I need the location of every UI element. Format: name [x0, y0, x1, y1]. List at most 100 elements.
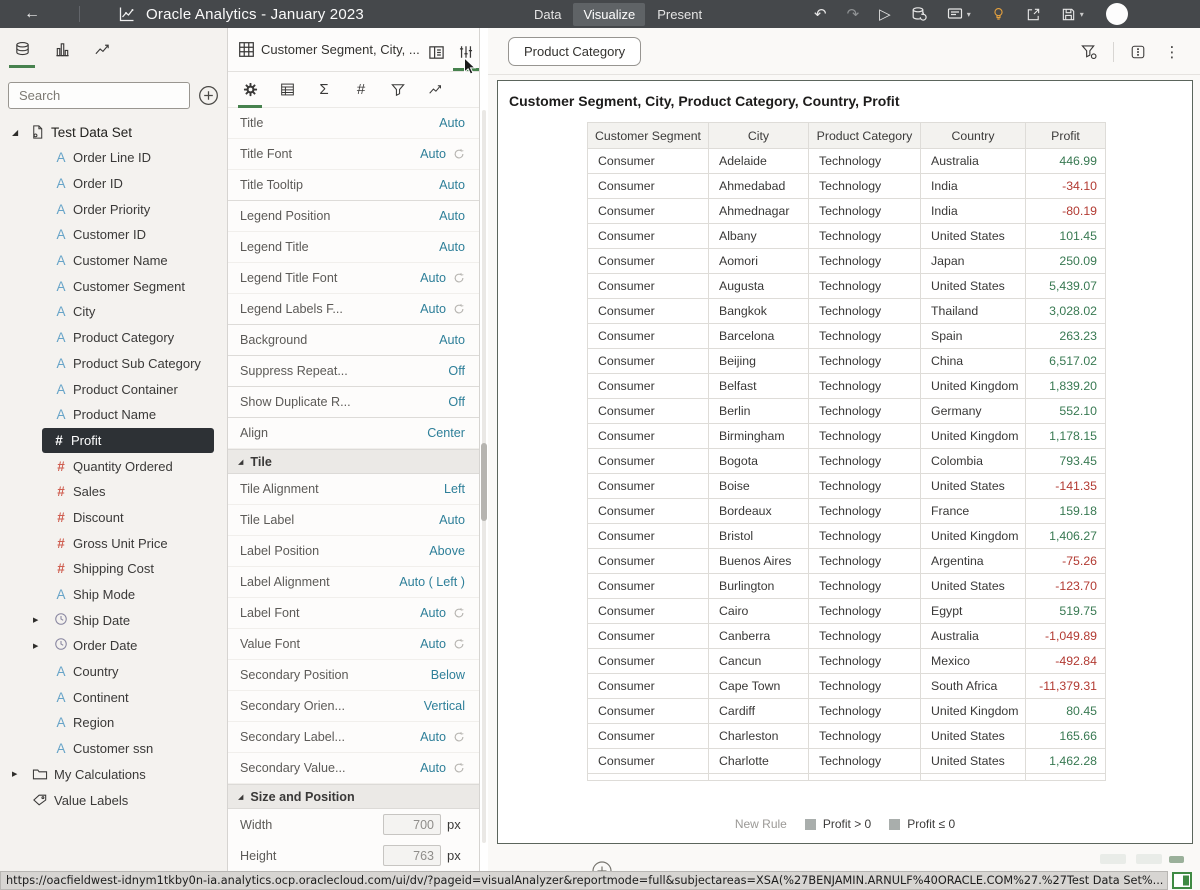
property-value[interactable]: Auto	[439, 513, 465, 527]
table-row[interactable]: ConsumerCancunTechnologyMexico-492.84	[588, 649, 1106, 674]
table-row[interactable]: ConsumerBuenos AiresTechnologyArgentina-…	[588, 549, 1106, 574]
table-row[interactable]: ConsumerAomoriTechnologyJapan250.09	[588, 249, 1106, 274]
property-value[interactable]: Auto	[420, 761, 446, 775]
filters-funnel-icon[interactable]	[386, 72, 410, 108]
column-header-city[interactable]: City	[709, 123, 809, 149]
reset-icon[interactable]	[453, 607, 465, 619]
field-region[interactable]: ARegion	[30, 710, 214, 736]
export-button[interactable]	[1016, 0, 1051, 28]
property-value-font[interactable]: Value FontAuto	[228, 629, 479, 660]
property-label-alignment[interactable]: Label AlignmentAuto ( Left )	[228, 567, 479, 598]
property-secondary-value[interactable]: Secondary Value...Auto	[228, 753, 479, 784]
table-row[interactable]: ConsumerBeijingTechnologyChina6,517.02	[588, 349, 1106, 374]
property-value[interactable]: Left	[444, 482, 465, 496]
property-title-font[interactable]: Title FontAuto	[228, 139, 479, 170]
property-value[interactable]: Auto ( Left )	[399, 575, 465, 589]
undo-button[interactable]: ↶	[804, 0, 837, 28]
field-product-name[interactable]: AProduct Name	[30, 402, 214, 428]
field-order-date[interactable]: ▶Order Date	[30, 633, 214, 659]
table-row[interactable]: ConsumerAhmedabadTechnologyIndia-34.10	[588, 174, 1106, 199]
comments-button[interactable]: ▾	[937, 0, 981, 28]
data-table-icon[interactable]	[275, 72, 299, 108]
field-product-category[interactable]: AProduct Category	[30, 325, 214, 351]
run-button[interactable]: ▷	[869, 0, 901, 28]
property-secondary-label[interactable]: Secondary Label...Auto	[228, 722, 479, 753]
property-value[interactable]: Auto	[420, 302, 446, 316]
table-row[interactable]: ConsumerAdelaideTechnologyAustralia446.9…	[588, 149, 1106, 174]
field-product-sub-category[interactable]: AProduct Sub Category	[30, 351, 214, 377]
field-sales[interactable]: #Sales	[30, 479, 214, 505]
property-value[interactable]: Center	[427, 426, 465, 440]
property-legend-title[interactable]: Legend TitleAuto	[228, 232, 479, 263]
property-tile-alignment[interactable]: Tile AlignmentLeft	[228, 474, 479, 505]
properties-scrollbar-thumb[interactable]	[481, 443, 487, 521]
insights-button[interactable]	[981, 0, 1016, 28]
filter-pill-product-category[interactable]: Product Category	[508, 37, 641, 66]
property-secondary-position[interactable]: Secondary PositionBelow	[228, 660, 479, 691]
table-row[interactable]: ConsumerBogotaTechnologyColombia793.45	[588, 449, 1106, 474]
caret-right-icon[interactable]: ▶	[30, 642, 52, 650]
property-value[interactable]: Auto	[439, 116, 465, 130]
property-value[interactable]: Auto	[420, 147, 446, 161]
dataset-node[interactable]: ◢ Test Data Set	[8, 119, 227, 145]
property-value[interactable]: Below	[431, 668, 465, 682]
property-value[interactable]: Auto	[420, 271, 446, 285]
reset-icon[interactable]	[453, 731, 465, 743]
field-ship-mode[interactable]: AShip Mode	[30, 582, 214, 608]
property-value[interactable]: Auto	[439, 209, 465, 223]
height-input[interactable]	[383, 845, 441, 866]
table-row[interactable]: ConsumerBoiseTechnologyUnited States-141…	[588, 474, 1106, 499]
nav-tab-visualize[interactable]: Visualize	[573, 3, 645, 26]
property-value[interactable]: Off	[448, 364, 465, 378]
field-city[interactable]: ACity	[30, 299, 214, 325]
field-profit[interactable]: #Profit	[42, 428, 214, 454]
property-value[interactable]: Auto	[439, 333, 465, 347]
property-label-position[interactable]: Label PositionAbove	[228, 536, 479, 567]
property-legend-title-font[interactable]: Legend Title FontAuto	[228, 263, 479, 294]
totals-sigma-icon[interactable]: Σ	[312, 72, 336, 108]
redo-button[interactable]: ↷	[837, 0, 870, 28]
property-legend-labels-f[interactable]: Legend Labels F...Auto	[228, 294, 479, 325]
field-shipping-cost[interactable]: #Shipping Cost	[30, 556, 214, 582]
field-customer-id[interactable]: ACustomer ID	[30, 222, 214, 248]
reset-icon[interactable]	[453, 148, 465, 160]
properties-sliders-icon[interactable]	[454, 40, 478, 64]
reset-icon[interactable]	[453, 303, 465, 315]
tree-node-value-labels[interactable]: Value Labels	[8, 787, 227, 813]
field-customer-ssn[interactable]: ACustomer ssn	[30, 736, 214, 762]
property-title[interactable]: TitleAuto	[228, 108, 479, 139]
column-header-product-category[interactable]: Product Category	[809, 123, 921, 149]
table-row[interactable]: ConsumerAugustaTechnologyUnited States5,…	[588, 274, 1106, 299]
field-country[interactable]: ACountry	[30, 659, 214, 685]
property-value[interactable]: Auto	[439, 178, 465, 192]
table-row[interactable]: ConsumerCardiffTechnologyUnited Kingdom8…	[588, 699, 1106, 724]
legend-item-profit-0[interactable]: Profit ≤ 0	[889, 817, 955, 831]
grammar-panel-icon[interactable]	[424, 40, 448, 64]
search-input[interactable]	[8, 82, 190, 109]
property-value[interactable]: Above	[429, 544, 465, 558]
property-background[interactable]: BackgroundAuto	[228, 325, 479, 356]
table-row[interactable]: ConsumerCharlestonTechnologyUnited State…	[588, 724, 1106, 749]
property-value[interactable]: Auto	[420, 730, 446, 744]
field-order-line-id[interactable]: AOrder Line ID	[30, 145, 214, 171]
field-product-container[interactable]: AProduct Container	[30, 376, 214, 402]
caret-right-icon[interactable]: ▶	[8, 770, 30, 778]
table-row[interactable]: ConsumerAhmednagarTechnologyIndia-80.19	[588, 199, 1106, 224]
table-row[interactable]: ConsumerBordeauxTechnologyFrance159.18	[588, 499, 1106, 524]
table-row[interactable]: ConsumerCape TownTechnologySouth Africa-…	[588, 674, 1106, 699]
property-secondary-orien[interactable]: Secondary Orien...Vertical	[228, 691, 479, 722]
field-order-id[interactable]: AOrder ID	[30, 171, 214, 197]
width-input[interactable]	[383, 814, 441, 835]
analytics-trend-icon[interactable]	[423, 72, 447, 108]
field-continent[interactable]: AContinent	[30, 684, 214, 710]
table-visualization[interactable]: Customer Segment, City, Product Category…	[497, 80, 1193, 844]
visualizations-panel-icon[interactable]	[48, 32, 76, 66]
table-row[interactable]: ConsumerBurlingtonTechnologyUnited State…	[588, 574, 1106, 599]
property-value[interactable]: Vertical	[424, 699, 465, 713]
new-rule-button[interactable]: New Rule	[735, 817, 787, 831]
property-value[interactable]: Auto	[439, 240, 465, 254]
field-customer-name[interactable]: ACustomer Name	[30, 248, 214, 274]
property-value[interactable]: Auto	[420, 606, 446, 620]
property-label-font[interactable]: Label FontAuto	[228, 598, 479, 629]
back-arrow-icon[interactable]: ←	[18, 0, 46, 28]
